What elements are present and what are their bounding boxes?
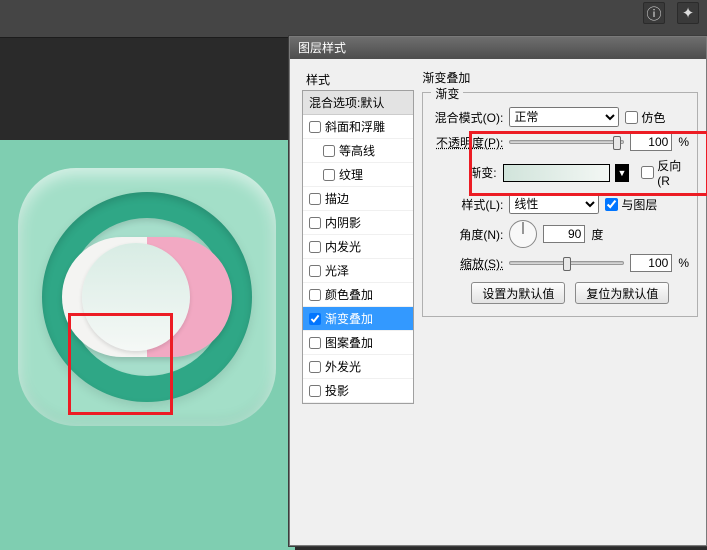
styles-list: 混合选项:默认 斜面和浮雕等高线纹理描边内阴影内发光光泽颜色叠加渐变叠加图案叠加… (302, 90, 414, 404)
dither-checkbox[interactable]: 仿色 (625, 109, 665, 126)
info-icon[interactable]: ⓘ (643, 2, 665, 24)
dialog-title[interactable]: 图层样式 (290, 37, 706, 59)
scale-slider[interactable] (509, 261, 624, 265)
style-row-checkbox[interactable] (309, 361, 321, 373)
wand-icon[interactable]: ✦ (677, 2, 699, 24)
blend-mode-select[interactable]: 正常 (509, 107, 619, 127)
style-row-label: 外发光 (325, 358, 361, 375)
style-row-checkbox[interactable] (309, 241, 321, 253)
style-row-label: 内发光 (325, 238, 361, 255)
style-row-label: 颜色叠加 (325, 286, 373, 303)
styles-panel-header: 样式 (302, 69, 414, 90)
style-row-2[interactable]: 纹理 (303, 163, 413, 187)
gradient-fieldset: 渐变 混合模式(O): 正常 仿色 不透明度(P): 100 % (422, 92, 698, 317)
style-row-checkbox[interactable] (309, 193, 321, 205)
angle-dial[interactable] (509, 220, 537, 248)
style-row-checkbox[interactable] (309, 217, 321, 229)
set-default-button[interactable]: 设置为默认值 (471, 282, 565, 304)
style-row-6[interactable]: 光泽 (303, 259, 413, 283)
style-label: 样式(L): (431, 196, 503, 213)
style-row-checkbox[interactable] (323, 169, 335, 181)
angle-label: 角度(N): (431, 226, 503, 243)
style-row-label: 等高线 (339, 142, 375, 159)
style-row-5[interactable]: 内发光 (303, 235, 413, 259)
blend-options-header[interactable]: 混合选项:默认 (303, 91, 413, 115)
blend-mode-label: 混合模式(O): (431, 109, 503, 126)
style-row-label: 渐变叠加 (325, 310, 373, 327)
style-row-label: 纹理 (339, 166, 363, 183)
style-row-11[interactable]: 投影 (303, 379, 413, 403)
scale-value[interactable]: 100 (630, 254, 672, 272)
style-row-8[interactable]: 渐变叠加 (303, 307, 413, 331)
style-row-label: 斜面和浮雕 (325, 118, 385, 135)
annotation-box-canvas (68, 313, 173, 415)
annotation-box-dialog (469, 131, 707, 196)
style-row-checkbox[interactable] (323, 145, 335, 157)
style-row-checkbox[interactable] (309, 337, 321, 349)
align-checkbox[interactable]: 与图层 (605, 196, 657, 213)
style-row-7[interactable]: 颜色叠加 (303, 283, 413, 307)
style-row-label: 光泽 (325, 262, 349, 279)
app-top-toolbar: ⓘ ✦ (0, 0, 707, 38)
section-title: 渐变叠加 (422, 69, 698, 86)
style-row-checkbox[interactable] (309, 289, 321, 301)
style-row-1[interactable]: 等高线 (303, 139, 413, 163)
app-tool-icons: ⓘ ✦ (643, 2, 699, 24)
style-row-3[interactable]: 描边 (303, 187, 413, 211)
angle-value[interactable]: 90 (543, 225, 585, 243)
style-row-9[interactable]: 图案叠加 (303, 331, 413, 355)
style-row-label: 图案叠加 (325, 334, 373, 351)
style-row-label: 内阴影 (325, 214, 361, 231)
gradient-legend: 渐变 (431, 85, 463, 102)
styles-panel: 样式 混合选项:默认 斜面和浮雕等高线纹理描边内阴影内发光光泽颜色叠加渐变叠加图… (302, 69, 414, 535)
style-row-checkbox[interactable] (309, 121, 321, 133)
style-row-0[interactable]: 斜面和浮雕 (303, 115, 413, 139)
layer-style-dialog: 图层样式 样式 混合选项:默认 斜面和浮雕等高线纹理描边内阴影内发光光泽颜色叠加… (289, 36, 707, 546)
scale-label: 缩放(S): (431, 255, 503, 272)
style-row-4[interactable]: 内阴影 (303, 211, 413, 235)
style-row-checkbox[interactable] (309, 385, 321, 397)
style-row-label: 投影 (325, 382, 349, 399)
style-row-checkbox[interactable] (309, 265, 321, 277)
style-row-checkbox[interactable] (309, 313, 321, 325)
style-row-10[interactable]: 外发光 (303, 355, 413, 379)
style-row-label: 描边 (325, 190, 349, 207)
style-select[interactable]: 线性 (509, 194, 599, 214)
reset-default-button[interactable]: 复位为默认值 (575, 282, 669, 304)
